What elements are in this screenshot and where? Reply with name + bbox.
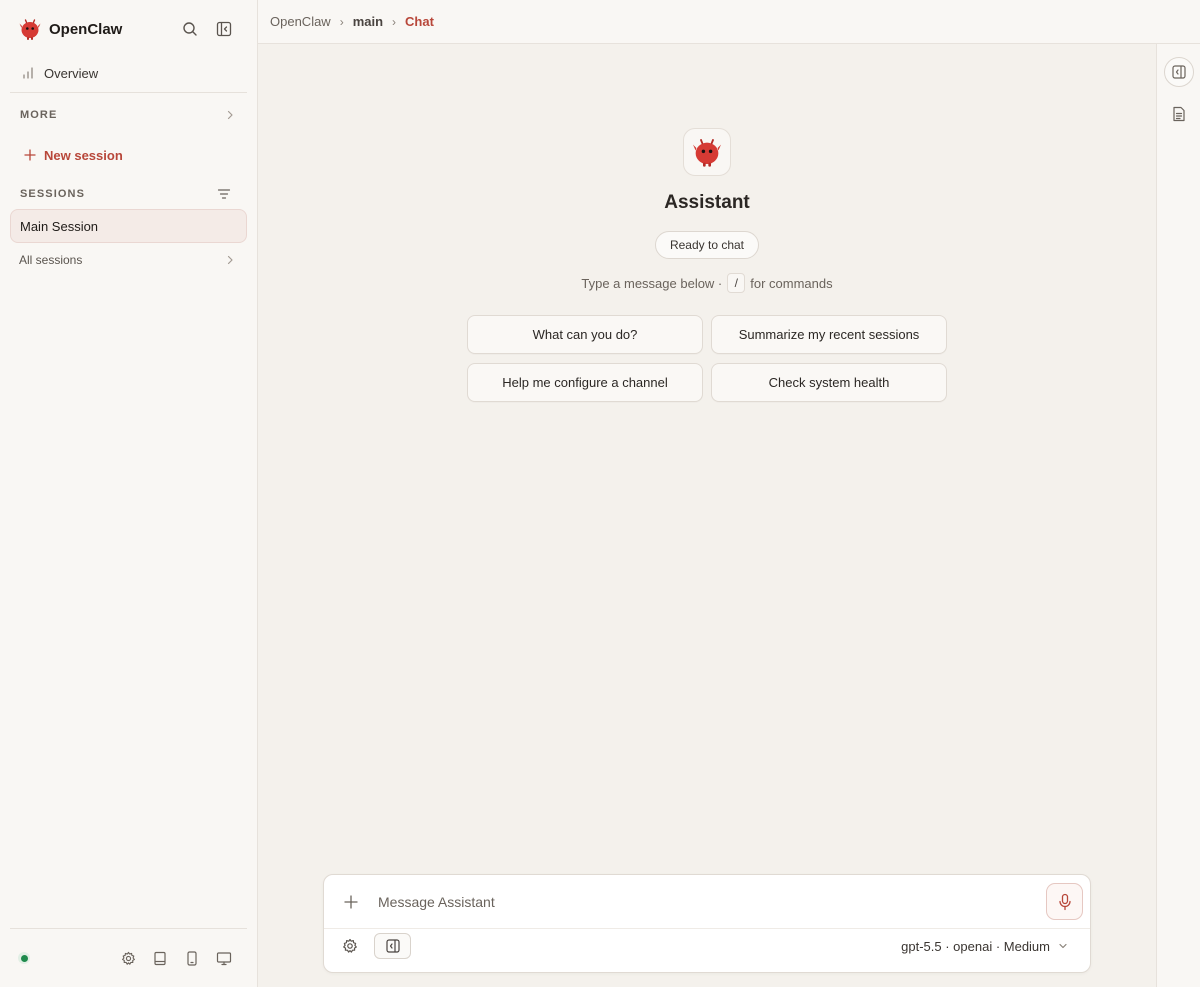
bar-chart-icon bbox=[23, 67, 33, 79]
commands-hint: Type a message below · / for commands bbox=[500, 272, 914, 294]
collapse-sidebar-button[interactable] bbox=[212, 17, 236, 41]
suggestion-button[interactable]: What can you do? bbox=[467, 315, 703, 354]
topbar: OpenClaw › main › Chat bbox=[258, 0, 1200, 44]
toggle-panel-button[interactable] bbox=[1164, 57, 1194, 87]
message-input[interactable] bbox=[378, 888, 1038, 916]
composer-settings-button[interactable] bbox=[340, 936, 360, 956]
book-icon bbox=[154, 951, 166, 965]
voice-input-button[interactable] bbox=[1046, 883, 1083, 920]
app-name: OpenClaw bbox=[49, 20, 123, 38]
all-sessions-link[interactable]: All sessions bbox=[10, 248, 247, 272]
connection-status-dot bbox=[18, 952, 30, 964]
divider bbox=[10, 92, 247, 93]
breadcrumb-separator-icon: › bbox=[392, 14, 397, 29]
settings-button[interactable] bbox=[118, 948, 138, 968]
slash-key: / bbox=[727, 273, 746, 293]
filter-icon bbox=[217, 189, 231, 199]
footer-divider bbox=[10, 928, 247, 929]
hint-prefix: Type a message below · bbox=[581, 275, 723, 291]
nav-overview[interactable]: Overview bbox=[10, 59, 247, 87]
monitor-icon bbox=[216, 951, 232, 965]
suggestion-button[interactable]: Help me configure a channel bbox=[467, 363, 703, 402]
message-composer: gpt-5.5 · openai · Medium bbox=[323, 874, 1091, 973]
docs-button[interactable] bbox=[150, 948, 170, 968]
more-section-label[interactable]: MORE bbox=[20, 109, 57, 121]
document-icon bbox=[1173, 106, 1185, 122]
document-button[interactable] bbox=[1164, 99, 1194, 129]
openclaw-mascot-icon bbox=[693, 139, 721, 167]
desktop-view-button[interactable] bbox=[214, 948, 234, 968]
phone-icon bbox=[187, 950, 197, 966]
composer-divider bbox=[324, 928, 1090, 929]
session-item-label: Main Session bbox=[20, 218, 99, 234]
search-icon bbox=[183, 22, 197, 36]
right-rail bbox=[1156, 44, 1200, 987]
model-label: gpt-5.5 · openai · Medium bbox=[901, 938, 1050, 954]
breadcrumb-current: Chat bbox=[405, 14, 434, 29]
session-item-main[interactable]: Main Session bbox=[10, 209, 247, 243]
mobile-view-button[interactable] bbox=[182, 948, 202, 968]
breadcrumb-agent[interactable]: main bbox=[353, 14, 383, 29]
sidebar-collapse-icon bbox=[216, 21, 232, 37]
search-button[interactable] bbox=[178, 17, 202, 41]
settings-icon bbox=[121, 951, 135, 965]
suggestion-button[interactable]: Check system health bbox=[711, 363, 947, 402]
assistant-avatar bbox=[683, 128, 731, 176]
microphone-icon bbox=[1058, 893, 1071, 910]
suggestion-button[interactable]: Summarize my recent sessions bbox=[711, 315, 947, 354]
model-selector[interactable]: gpt-5.5 · openai · Medium bbox=[901, 936, 1068, 956]
status-badge: Ready to chat bbox=[655, 231, 759, 259]
hint-suffix: for commands bbox=[750, 275, 833, 291]
settings-icon bbox=[343, 938, 357, 953]
assistant-name: Assistant bbox=[664, 192, 750, 213]
sidebar: OpenClaw Overview MORE New session SESSI… bbox=[0, 0, 258, 987]
panel-left-icon bbox=[385, 939, 400, 953]
new-session-button[interactable]: New session bbox=[24, 144, 123, 166]
plus-icon bbox=[24, 149, 36, 161]
nav-overview-label: Overview bbox=[44, 65, 99, 81]
filter-sessions-button[interactable] bbox=[214, 184, 234, 204]
all-sessions-chevron-icon[interactable] bbox=[225, 254, 235, 266]
brand[interactable]: OpenClaw bbox=[18, 16, 122, 42]
breadcrumb-root[interactable]: OpenClaw bbox=[270, 14, 331, 29]
toggle-side-panel-button[interactable] bbox=[374, 933, 411, 959]
sessions-section-label: SESSIONS bbox=[20, 188, 86, 200]
attach-button[interactable] bbox=[341, 892, 361, 912]
all-sessions-label: All sessions bbox=[19, 253, 83, 267]
chevron-down-icon bbox=[1058, 942, 1068, 950]
openclaw-logo-icon bbox=[18, 17, 42, 41]
panel-right-icon bbox=[1172, 65, 1186, 79]
new-session-label: New session bbox=[44, 147, 123, 163]
plus-icon bbox=[344, 895, 358, 909]
more-chevron-icon[interactable] bbox=[225, 109, 235, 121]
breadcrumb-separator-icon: › bbox=[339, 14, 344, 29]
breadcrumb: OpenClaw › main › Chat bbox=[270, 14, 434, 29]
